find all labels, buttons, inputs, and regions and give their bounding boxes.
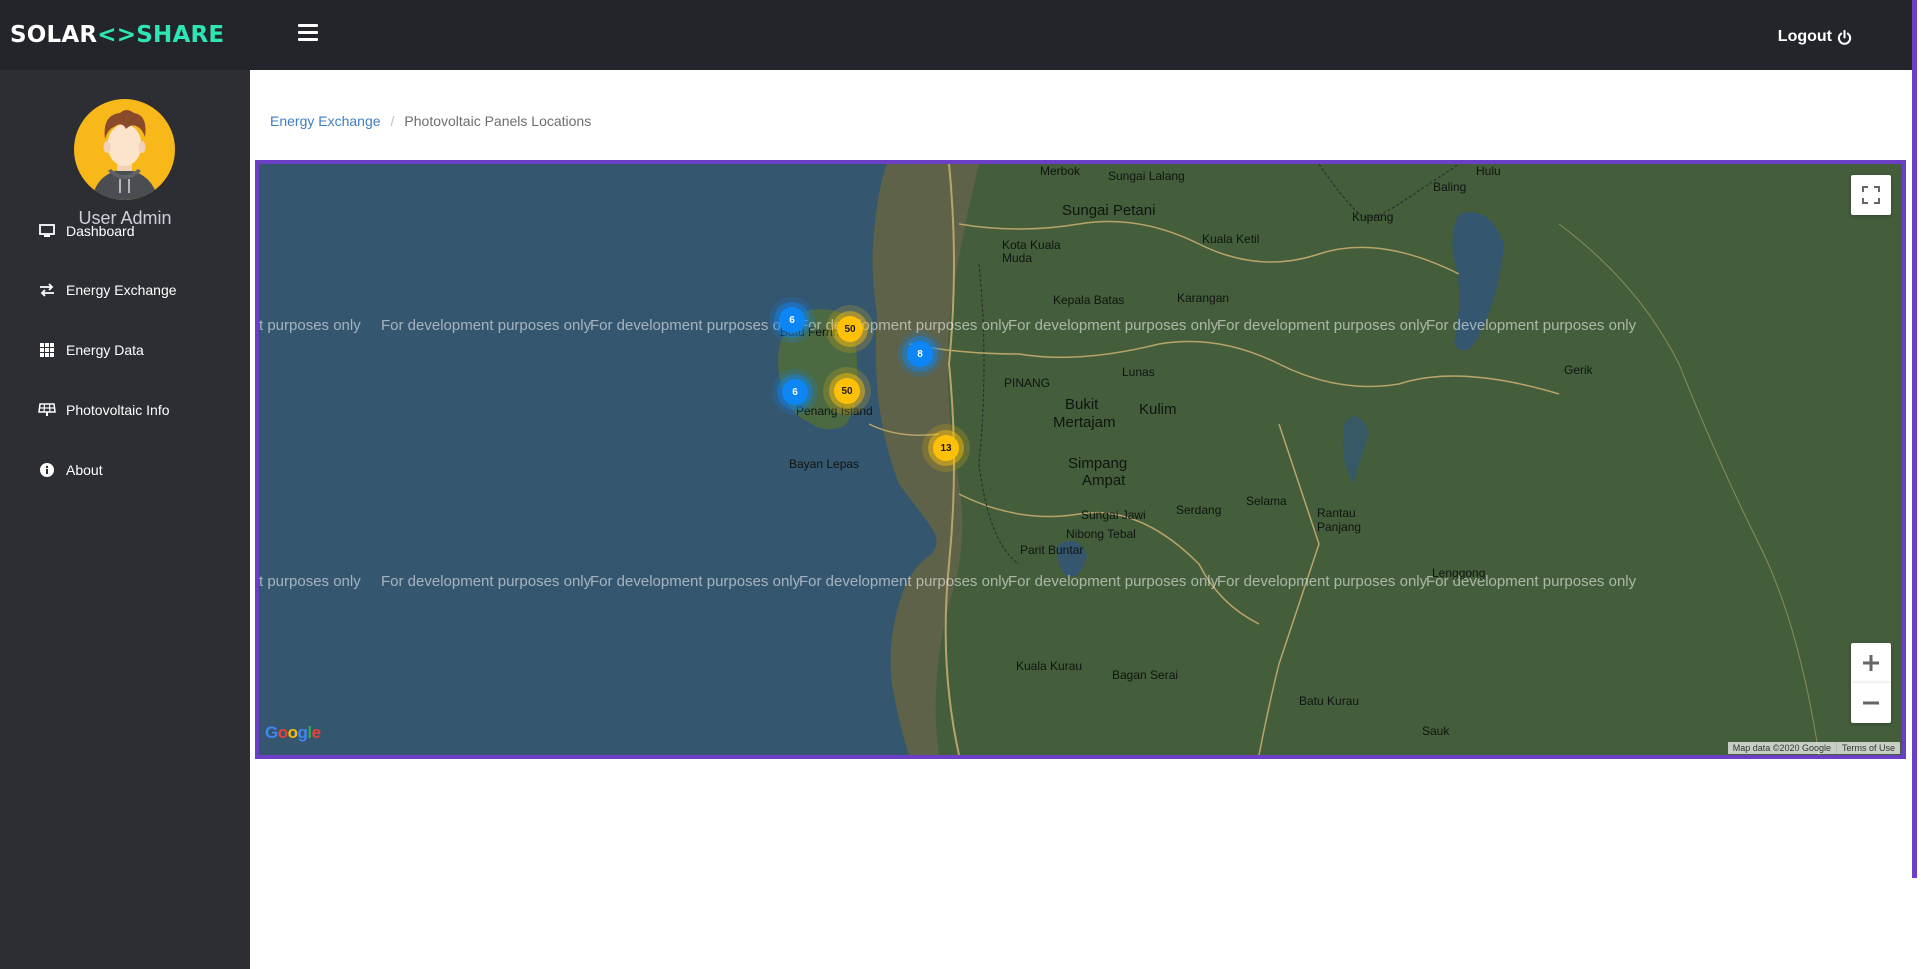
brand-part-solar: SOLAR bbox=[10, 22, 98, 48]
map-cluster-marker[interactable]: 6 bbox=[782, 379, 808, 405]
map-label-pinang: PINANG bbox=[1004, 376, 1051, 390]
map-label-bagan-serai: Bagan Serai bbox=[1112, 668, 1179, 682]
map-label-sauk: Sauk bbox=[1422, 724, 1450, 738]
sidebar-item-label: Energy Data bbox=[66, 342, 144, 358]
user-avatar[interactable] bbox=[74, 99, 175, 200]
map-label-sungai-lalang: Sungai Lalang bbox=[1108, 169, 1185, 183]
sidebar-item-energy-exchange[interactable]: Energy Exchange bbox=[38, 279, 177, 301]
map-watermark: t purposes only bbox=[259, 573, 361, 590]
brand-logo[interactable]: SOLAR<>SHARE bbox=[10, 22, 224, 48]
map-watermark: For development purposes only bbox=[1217, 573, 1428, 590]
map-label-kulim: Kulim bbox=[1139, 401, 1177, 418]
map-label-serdang: Serdang bbox=[1176, 503, 1222, 517]
map-label-kupang: Kupang bbox=[1352, 210, 1394, 224]
plus-icon bbox=[1863, 655, 1879, 671]
map-label-hulu: Hulu bbox=[1476, 164, 1501, 178]
map-watermark: For development purposes only bbox=[381, 573, 592, 590]
map-watermark: t purposes only bbox=[259, 317, 361, 334]
map-cluster-marker[interactable]: 8 bbox=[907, 341, 933, 367]
map-label-bukit: Bukit bbox=[1065, 396, 1099, 413]
sidebar: User Admin Dashboard Energy Exchange Ene… bbox=[0, 70, 250, 969]
map-label-merbok: Merbok bbox=[1040, 164, 1081, 178]
map-label-simpang: Simpang bbox=[1068, 455, 1128, 472]
map-label-mertajam: Mertajam bbox=[1053, 414, 1116, 431]
brand-separator: <> bbox=[97, 22, 137, 48]
fullscreen-button[interactable] bbox=[1851, 175, 1891, 215]
menu-toggle-icon[interactable] bbox=[298, 24, 318, 42]
google-logo[interactable]: Google bbox=[265, 723, 321, 743]
map-watermark: For development purposes only bbox=[1008, 317, 1219, 334]
map-label-baling: Baling bbox=[1433, 180, 1467, 194]
map-watermark: For development purposes only bbox=[1426, 317, 1637, 334]
sidebar-item-label: Photovoltaic Info bbox=[66, 402, 170, 418]
zoom-out-button[interactable] bbox=[1851, 683, 1891, 723]
map-label-kuala-kurau: Kuala Kurau bbox=[1016, 659, 1083, 673]
brand-part-share: SHARE bbox=[136, 22, 225, 48]
top-navbar: SOLAR<>SHARE Logout bbox=[0, 0, 1912, 70]
sidebar-item-label: Dashboard bbox=[66, 223, 135, 239]
sidebar-item-label: Energy Exchange bbox=[66, 282, 177, 298]
map-canvas[interactable]: t purposes only For development purposes… bbox=[259, 164, 1902, 755]
map-label-lunas: Lunas bbox=[1122, 365, 1155, 379]
grid-icon bbox=[38, 342, 56, 358]
power-icon bbox=[1837, 29, 1852, 45]
map-watermark: For development purposes only bbox=[1217, 317, 1428, 334]
sidebar-item-label: About bbox=[66, 462, 103, 478]
sidebar-item-energy-data[interactable]: Energy Data bbox=[38, 339, 144, 361]
breadcrumb-current: Photovoltaic Panels Locations bbox=[404, 113, 592, 129]
minus-icon bbox=[1863, 701, 1879, 705]
terms-of-use-link[interactable]: Terms of Use bbox=[1835, 742, 1900, 754]
fullscreen-icon bbox=[1862, 186, 1880, 204]
map-label-rantau: Rantau bbox=[1317, 506, 1356, 520]
map-label-kuala-ketil: Kuala Ketil bbox=[1202, 232, 1260, 246]
sidebar-item-dashboard[interactable]: Dashboard bbox=[38, 220, 135, 242]
map-data-attribution: Map data ©2020 Google bbox=[1727, 742, 1836, 754]
map-label-bayan-lepas: Bayan Lepas bbox=[789, 457, 860, 471]
map-attribution: Map data ©2020 Google Terms of Use bbox=[1727, 742, 1900, 754]
user-avatar-illustration bbox=[92, 110, 158, 200]
map-label-sungai-petani: Sungai Petani bbox=[1062, 202, 1156, 219]
map-cluster-marker[interactable]: 50 bbox=[837, 316, 863, 342]
breadcrumb-link-energy-exchange[interactable]: Energy Exchange bbox=[270, 113, 381, 129]
info-circle-icon bbox=[38, 462, 56, 478]
map-label-penang-island: Penang Island bbox=[796, 404, 873, 418]
map-label-panjang: Panjang bbox=[1317, 520, 1362, 534]
logout-button[interactable]: Logout bbox=[1778, 28, 1852, 46]
map-label-gerik: Gerik bbox=[1564, 363, 1593, 377]
zoom-in-button[interactable] bbox=[1851, 643, 1891, 683]
sidebar-item-about[interactable]: About bbox=[38, 459, 103, 481]
map-cluster-marker[interactable]: 13 bbox=[933, 435, 959, 461]
map-label-sungai-jawi: Sungai Jawi bbox=[1081, 508, 1146, 522]
breadcrumb-separator: / bbox=[390, 113, 395, 129]
map-label-parit-buntar: Parit Buntar bbox=[1020, 543, 1084, 557]
map-label-lenggong: Lenggong bbox=[1432, 566, 1486, 580]
map-label-ampat: Ampat bbox=[1082, 472, 1126, 489]
map-watermark: For development purposes only bbox=[1008, 573, 1219, 590]
map-container: t purposes only For development purposes… bbox=[255, 160, 1906, 759]
map-watermark: For development purposes only bbox=[590, 573, 801, 590]
map-cluster-marker[interactable]: 6 bbox=[779, 307, 805, 333]
map-label-batu-kurau: Batu Kurau bbox=[1299, 694, 1360, 708]
map-watermark: For development purposes only bbox=[799, 573, 1010, 590]
monitor-icon bbox=[38, 223, 56, 239]
logout-label: Logout bbox=[1777, 28, 1832, 45]
map-label-nibong-tebal: Nibong Tebal bbox=[1066, 527, 1136, 541]
breadcrumb: Energy Exchange / Photovoltaic Panels Lo… bbox=[270, 113, 591, 129]
scrollbar[interactable] bbox=[1912, 0, 1917, 878]
map-watermark: For development purposes only bbox=[381, 317, 592, 334]
map-label-karangan: Karangan bbox=[1177, 291, 1230, 305]
map-watermark: For development purposes only bbox=[590, 317, 801, 334]
map-label-kepala-batas: Kepala Batas bbox=[1053, 293, 1125, 307]
map-label-selama: Selama bbox=[1246, 494, 1287, 508]
exchange-arrows-icon bbox=[38, 282, 56, 298]
map-cluster-marker[interactable]: 50 bbox=[834, 378, 860, 404]
map-label-kota-kuala-muda: Kota Kuala Muda bbox=[1002, 238, 1061, 265]
sidebar-item-photovoltaic-info[interactable]: Photovoltaic Info bbox=[38, 399, 170, 421]
solar-panel-icon bbox=[38, 402, 56, 418]
